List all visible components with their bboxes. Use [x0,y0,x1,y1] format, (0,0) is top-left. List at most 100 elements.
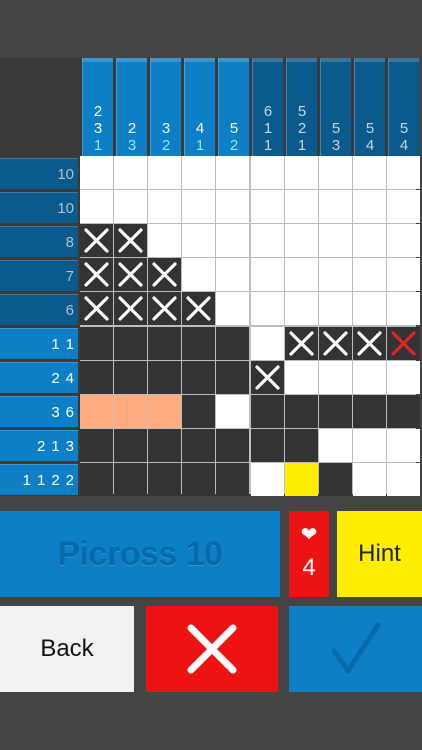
grid-cell-r9-c10[interactable] [387,429,420,462]
grid-cell-r3-c5[interactable] [216,224,249,257]
grid-cell-r5-c6[interactable] [251,292,284,325]
grid-cell-r4-c3[interactable] [148,258,181,291]
grid-cell-r10-c2[interactable] [114,463,147,496]
grid-cell-r6-c5[interactable] [216,327,249,360]
grid-cell-r1-c5[interactable] [216,156,249,189]
grid-cell-r6-c2[interactable] [114,327,147,360]
grid-cell-r6-c4[interactable] [182,327,215,360]
grid-cell-r7-c10[interactable] [387,361,420,394]
grid-cell-r3-c1[interactable] [80,224,113,257]
grid-cell-r9-c9[interactable] [353,429,386,462]
grid-cell-r3-c2[interactable] [114,224,147,257]
grid-cell-r4-c7[interactable] [285,258,318,291]
grid-cell-r6-c1[interactable] [80,327,113,360]
grid-cell-r8-c5[interactable] [216,395,249,428]
grid-cell-r1-c10[interactable] [387,156,420,189]
grid-cell-r1-c4[interactable] [182,156,215,189]
grid-cell-r4-c4[interactable] [182,258,215,291]
grid-cell-r5-c7[interactable] [285,292,318,325]
grid-cell-r5-c9[interactable] [353,292,386,325]
grid-cell-r8-c6[interactable] [251,395,284,428]
grid-cell-r9-c6[interactable] [251,429,284,462]
grid-cell-r8-c10[interactable] [387,395,420,428]
grid-cell-r8-c9[interactable] [353,395,386,428]
grid-cell-r9-c3[interactable] [148,429,181,462]
grid-cell-r4-c1[interactable] [80,258,113,291]
cross-mode-button[interactable] [146,606,278,692]
grid-cell-r10-c8[interactable] [319,463,352,496]
grid-cell-r5-c3[interactable] [148,292,181,325]
grid-cell-r4-c5[interactable] [216,258,249,291]
grid-cell-r2-c4[interactable] [182,190,215,223]
grid-cell-r1-c9[interactable] [353,156,386,189]
grid-cell-r6-c8[interactable] [319,327,352,360]
grid-cell-r8-c3[interactable] [148,395,181,428]
grid-cell-r7-c9[interactable] [353,361,386,394]
grid-cell-r9-c2[interactable] [114,429,147,462]
grid-cell-r2-c6[interactable] [251,190,284,223]
grid-cell-r1-c3[interactable] [148,156,181,189]
grid-cell-r7-c6[interactable] [251,361,284,394]
grid-cell-r7-c8[interactable] [319,361,352,394]
grid-cell-r1-c7[interactable] [285,156,318,189]
grid-cell-r3-c4[interactable] [182,224,215,257]
grid-cell-r2-c7[interactable] [285,190,318,223]
grid-cell-r2-c8[interactable] [319,190,352,223]
grid-cell-r1-c2[interactable] [114,156,147,189]
grid-cell-r6-c6[interactable] [251,327,284,360]
grid-cell-r7-c2[interactable] [114,361,147,394]
grid-cell-r4-c6[interactable] [251,258,284,291]
grid-cell-r5-c2[interactable] [114,292,147,325]
grid-cell-r2-c5[interactable] [216,190,249,223]
grid-cell-r6-c9[interactable] [353,327,386,360]
hint-button[interactable]: Hint [337,511,422,597]
grid-cell-r10-c7[interactable] [285,463,318,496]
grid-cell-r3-c3[interactable] [148,224,181,257]
grid-cell-r8-c7[interactable] [285,395,318,428]
grid-cell-r4-c8[interactable] [319,258,352,291]
grid-cell-r3-c7[interactable] [285,224,318,257]
grid-cell-r10-c10[interactable] [387,463,420,496]
grid-cell-r5-c5[interactable] [216,292,249,325]
grid-cell-r10-c1[interactable] [80,463,113,496]
grid-cell-r4-c10[interactable] [387,258,420,291]
back-button[interactable]: Back [0,606,134,692]
grid-cell-r7-c4[interactable] [182,361,215,394]
grid-cell-r7-c7[interactable] [285,361,318,394]
grid-cell-r9-c4[interactable] [182,429,215,462]
grid-cell-r1-c6[interactable] [251,156,284,189]
grid-cell-r2-c10[interactable] [387,190,420,223]
grid-cell-r3-c8[interactable] [319,224,352,257]
grid-cell-r7-c3[interactable] [148,361,181,394]
grid-cell-r3-c6[interactable] [251,224,284,257]
grid-cell-r8-c2[interactable] [114,395,147,428]
grid-cell-r9-c7[interactable] [285,429,318,462]
grid-cell-r8-c1[interactable] [80,395,113,428]
grid-cell-r2-c3[interactable] [148,190,181,223]
grid-cell-r5-c10[interactable] [387,292,420,325]
grid-cell-r10-c9[interactable] [353,463,386,496]
grid-cell-r10-c5[interactable] [216,463,249,496]
grid-cell-r6-c3[interactable] [148,327,181,360]
fill-mode-button[interactable] [289,606,422,692]
grid-cell-r9-c1[interactable] [80,429,113,462]
grid-cell-r3-c9[interactable] [353,224,386,257]
grid-cell-r1-c8[interactable] [319,156,352,189]
grid-cell-r1-c1[interactable] [80,156,113,189]
grid-cell-r4-c9[interactable] [353,258,386,291]
grid-cell-r8-c4[interactable] [182,395,215,428]
grid-cell-r5-c1[interactable] [80,292,113,325]
grid-cell-r10-c3[interactable] [148,463,181,496]
grid-cell-r7-c1[interactable] [80,361,113,394]
grid-cell-r9-c5[interactable] [216,429,249,462]
grid-cell-r3-c10[interactable] [387,224,420,257]
grid-cell-r2-c1[interactable] [80,190,113,223]
grid-cell-r10-c4[interactable] [182,463,215,496]
grid-cell-r8-c8[interactable] [319,395,352,428]
grid-cell-r7-c5[interactable] [216,361,249,394]
grid-cell-r10-c6[interactable] [251,463,284,496]
grid-cell-r6-c7[interactable] [285,327,318,360]
grid-cell-r4-c2[interactable] [114,258,147,291]
grid-cell-r2-c2[interactable] [114,190,147,223]
grid-cell-r5-c4[interactable] [182,292,215,325]
